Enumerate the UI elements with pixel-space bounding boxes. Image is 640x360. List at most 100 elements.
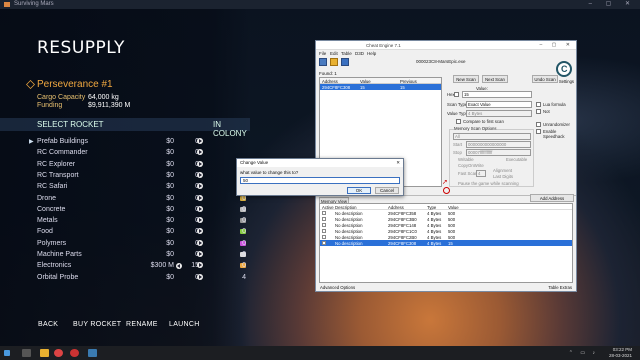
increase-icon[interactable] <box>197 149 203 156</box>
decrease-icon[interactable] <box>176 263 182 270</box>
increase-icon[interactable] <box>197 217 203 224</box>
increase-icon[interactable] <box>197 194 203 201</box>
list-item[interactable]: RC Explorer$00 <box>0 160 250 170</box>
window-controls[interactable]: ‒ ▢ ✕ <box>589 0 636 7</box>
address-table[interactable]: Active Description Address Type Value No… <box>319 203 573 283</box>
fast-scan-input[interactable]: 4 <box>476 170 486 177</box>
col-table-address[interactable]: Address <box>388 205 404 210</box>
col-table-value[interactable]: Value <box>448 205 459 210</box>
menu-edit[interactable]: Edit <box>330 51 338 56</box>
menu-help[interactable]: Help <box>367 51 376 56</box>
new-value-input[interactable]: 50 <box>240 177 400 184</box>
col-description[interactable]: Description <box>335 205 357 210</box>
speedhack-checkbox[interactable] <box>536 129 541 134</box>
lua-formula-checkbox[interactable] <box>536 102 541 107</box>
increase-icon[interactable] <box>197 183 203 190</box>
stop-icon[interactable] <box>443 187 450 194</box>
ce-window-controls[interactable]: ‒ ▢ ✕ <box>540 42 574 48</box>
system-tray-icons[interactable]: ⌃ ▭ ♪ <box>569 350 598 356</box>
launch-button[interactable]: LAUNCH <box>169 321 200 328</box>
active-checkbox[interactable] <box>322 235 326 239</box>
increase-icon[interactable] <box>197 273 203 280</box>
list-item[interactable]: 294CF8FC308 15 15 <box>320 84 441 90</box>
list-item[interactable]: Food$000 <box>0 227 250 237</box>
list-item[interactable]: RC Safari$00 <box>0 182 250 192</box>
list-item[interactable]: Prefab Buildings$00 <box>0 137 250 147</box>
list-item[interactable]: Orbital Probe$004 <box>0 273 250 283</box>
col-previous[interactable]: Previous <box>400 79 417 84</box>
back-button[interactable]: BACK <box>38 321 58 328</box>
record-icon[interactable] <box>70 349 79 357</box>
open-process-icon[interactable] <box>319 58 327 66</box>
next-scan-button[interactable]: Next Scan <box>482 75 508 83</box>
increase-icon[interactable] <box>197 251 203 257</box>
table-row[interactable]: No description 294CF8FC308 4 Bytes 15 <box>320 240 572 246</box>
table-extras-link[interactable]: Table Extras <box>548 285 572 290</box>
compare-first-checkbox[interactable] <box>456 119 461 124</box>
increase-icon[interactable] <box>197 160 203 167</box>
list-item[interactable]: RC Transport$00 <box>0 171 250 181</box>
settings-link[interactable]: Settings <box>559 79 574 84</box>
col-value[interactable]: Value <box>360 79 371 84</box>
increase-icon[interactable] <box>197 228 203 235</box>
not-label: Not <box>543 109 550 114</box>
not-checkbox[interactable] <box>536 109 541 114</box>
folder-icon[interactable] <box>40 349 49 357</box>
value-type-select[interactable]: 4 Bytes <box>466 110 532 117</box>
save-icon[interactable] <box>341 58 349 66</box>
scan-value-input[interactable]: 15 <box>462 91 532 98</box>
start-address-input[interactable]: 0000000000000000 <box>466 141 531 148</box>
list-item[interactable]: Concrete$000 <box>0 205 250 215</box>
hex-checkbox[interactable] <box>454 92 459 97</box>
memory-region-select[interactable]: All <box>453 133 531 140</box>
ce-footer: Advanced Options Table Extras <box>319 284 573 291</box>
increase-icon[interactable] <box>197 262 203 269</box>
cheat-engine-logo-icon[interactable] <box>556 61 572 77</box>
cancel-button[interactable]: Cancel <box>375 187 399 194</box>
list-item-address: 294CF8FC308 <box>322 84 351 90</box>
buy-rocket-button[interactable]: BUY ROCKET <box>73 321 121 328</box>
list-item[interactable]: Polymers$000 <box>0 239 250 249</box>
browser-icon[interactable] <box>54 349 63 357</box>
open-file-icon[interactable] <box>330 58 338 66</box>
add-address-manually-button[interactable]: Add Address Manually <box>530 194 574 208</box>
pointer-arrow-icon[interactable]: ➚ <box>442 179 449 186</box>
rename-button[interactable]: RENAME <box>126 321 158 328</box>
list-item[interactable]: Machine Parts$000 <box>0 250 250 260</box>
list-item[interactable]: Metals$000 <box>0 216 250 226</box>
active-checkbox[interactable] <box>322 211 326 215</box>
list-item-value: 15 <box>360 84 365 90</box>
menu-table[interactable]: Table <box>341 51 352 56</box>
file-explorer-icon[interactable] <box>22 349 31 357</box>
active-checkbox[interactable] <box>322 217 326 221</box>
col-active[interactable]: Active <box>322 205 334 210</box>
unrandomizer-checkbox[interactable] <box>536 122 541 127</box>
increase-icon[interactable] <box>197 239 203 246</box>
increase-icon[interactable] <box>197 205 203 212</box>
active-checkbox[interactable] <box>322 229 326 233</box>
menu-d3d[interactable]: D3D <box>355 51 364 56</box>
start-icon[interactable] <box>4 350 10 356</box>
scan-type-select[interactable]: Exact Value <box>466 101 532 108</box>
ok-button[interactable]: OK <box>347 187 371 194</box>
list-item[interactable]: Electronics $300 M 15 0 <box>0 261 250 271</box>
list-item[interactable]: RC Commander$00 <box>0 148 250 158</box>
new-scan-button[interactable]: New Scan <box>453 75 479 83</box>
close-icon[interactable]: ✕ <box>396 160 400 166</box>
increase-icon[interactable] <box>197 138 203 144</box>
col-type[interactable]: Type <box>427 205 436 210</box>
increase-icon[interactable] <box>197 171 203 178</box>
stop-address-input[interactable]: 00007fffffffffff <box>466 149 531 156</box>
clock[interactable]: 03:22 PM 28-03-2021 <box>609 347 632 358</box>
cargo-capacity-label: Cargo Capacity <box>37 94 86 101</box>
col-address[interactable]: Address <box>322 79 338 84</box>
advanced-options-link[interactable]: Advanced Options <box>320 285 355 290</box>
rocket-name[interactable]: Perseverance #1 <box>37 79 113 90</box>
undo-scan-button[interactable]: Undo Scan <box>532 75 558 83</box>
active-checkbox[interactable] <box>322 223 326 227</box>
menu-file[interactable]: File <box>319 51 326 56</box>
executable-label: Executable <box>506 157 528 162</box>
active-checkbox[interactable] <box>322 241 326 245</box>
cheat-engine-taskbar-icon[interactable] <box>88 349 97 357</box>
list-item[interactable]: Drone$000 <box>0 194 250 204</box>
